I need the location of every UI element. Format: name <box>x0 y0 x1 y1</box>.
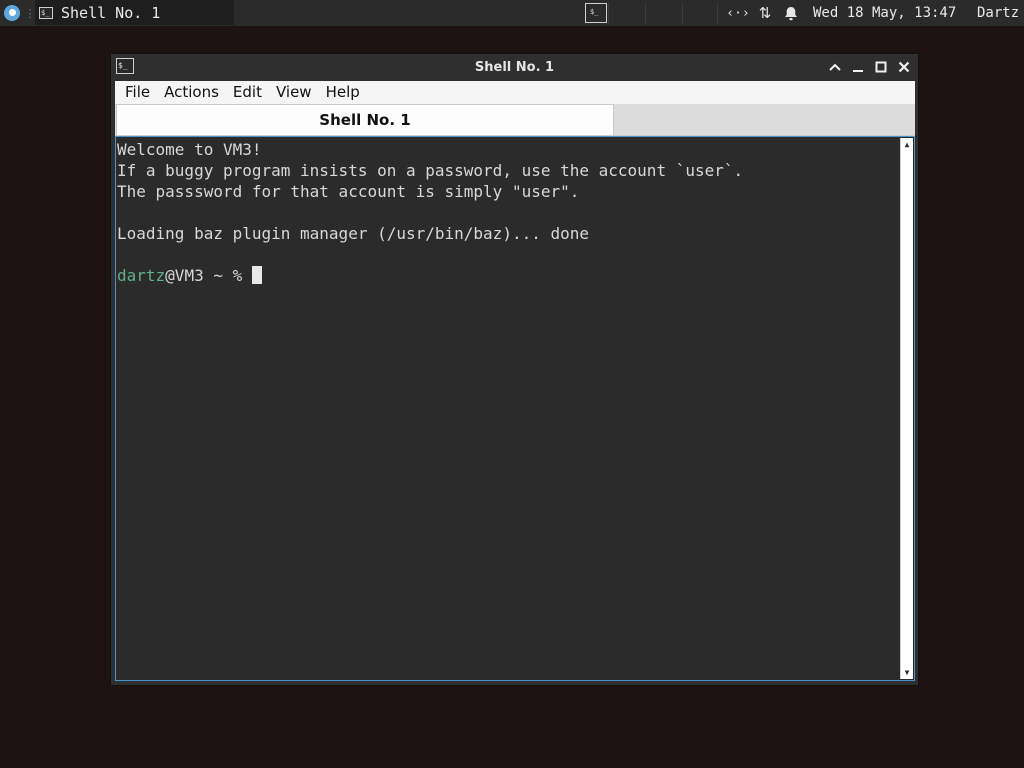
menu-view[interactable]: View <box>269 81 319 104</box>
menu-edit[interactable]: Edit <box>226 81 269 104</box>
notification-bell-icon[interactable] <box>782 0 800 26</box>
menu-actions[interactable]: Actions <box>157 81 226 104</box>
tab-bar: Shell No. 1 <box>115 104 915 136</box>
text-cursor <box>251 266 262 284</box>
close-button[interactable] <box>894 57 914 77</box>
terminal-icon: $_ <box>590 8 599 16</box>
clock[interactable]: Wed 18 May, 13:47 <box>813 0 956 26</box>
terminal-line: ​ <box>117 244 898 265</box>
network-icon[interactable]: ‹·› <box>726 0 749 26</box>
window-titlebar[interactable]: $_ Shell No. 1 <box>111 54 918 81</box>
application-menu-button[interactable] <box>4 0 24 26</box>
maximize-button[interactable] <box>871 57 891 77</box>
terminal-line: If a buggy program insists on a password… <box>117 161 744 180</box>
menu-help[interactable]: Help <box>319 81 367 104</box>
top-panel: ⋮ $_ Shell No. 1 $_ ‹·› ⇅ Wed 18 May, 13… <box>0 0 1024 26</box>
terminal-window: $_ Shell No. 1 File Actions Edit View He… <box>111 54 918 685</box>
tab-shell-no-1[interactable]: Shell No. 1 <box>116 104 614 135</box>
prompt-user: dartz <box>117 266 166 285</box>
taskbar-item-label: Shell No. 1 <box>61 3 161 22</box>
terminal-icon: $_ <box>39 6 53 19</box>
minimize-button[interactable] <box>848 57 868 77</box>
desktop-pager[interactable] <box>608 0 718 26</box>
menu-bar: File Actions Edit View Help <box>115 81 915 104</box>
scroll-up-arrow-icon[interactable]: ▲ <box>901 138 913 151</box>
taskbar-separator-icon: ⋮ <box>24 6 36 20</box>
shade-button[interactable] <box>825 57 845 77</box>
terminal-line: Loading baz plugin manager (/usr/bin/baz… <box>117 224 590 243</box>
taskbar-item-shell[interactable]: $_ Shell No. 1 <box>35 0 234 25</box>
terminal-line: The passsword for that account is simply… <box>117 182 580 201</box>
terminal-output: Welcome to VM3! If a buggy program insist… <box>117 139 898 286</box>
terminal-line: Welcome to VM3! <box>117 140 262 159</box>
vertical-scrollbar[interactable]: ▲ ▼ <box>900 138 913 679</box>
user-name[interactable]: Dartz <box>977 0 1019 26</box>
terminal-line: ​ <box>117 202 898 223</box>
prompt-host: @VM3 ~ % <box>165 266 252 285</box>
transfer-arrows-icon[interactable]: ⇅ <box>755 0 775 26</box>
terminal-view[interactable]: Welcome to VM3! If a buggy program insist… <box>115 136 915 681</box>
desktop-switch-button[interactable]: $_ <box>583 0 609 26</box>
scroll-down-arrow-icon[interactable]: ▼ <box>901 666 913 679</box>
menu-file[interactable]: File <box>115 81 157 104</box>
window-title: Shell No. 1 <box>474 60 555 75</box>
app-menu-logo-icon <box>4 5 20 21</box>
prompt-line: dartz@VM3 ~ % <box>117 265 898 286</box>
